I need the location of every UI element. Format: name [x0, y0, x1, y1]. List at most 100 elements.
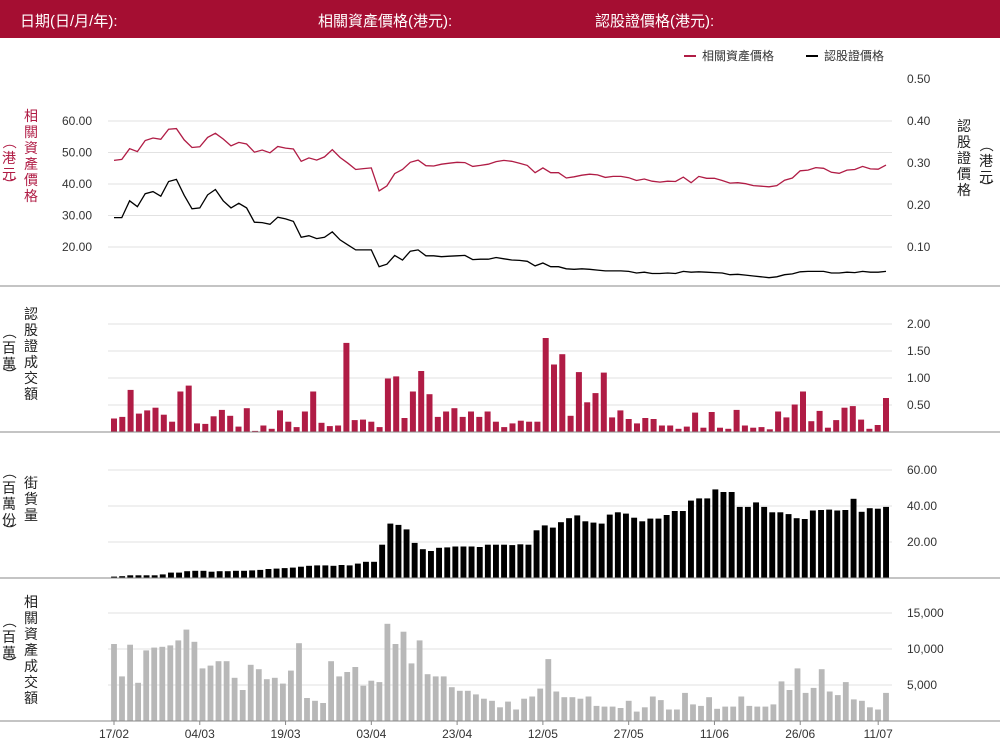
- outstanding-bar: [241, 570, 247, 578]
- warrant-turnover-bar: [285, 421, 292, 432]
- outstanding-bar: [322, 565, 329, 578]
- warrant-turnover-bar: [476, 416, 483, 432]
- axis-label-char: 認: [24, 306, 38, 322]
- outstanding-bar: [419, 549, 426, 578]
- outstanding-bar: [753, 502, 759, 578]
- warrant-turnover-bar: [567, 415, 574, 432]
- axis-label-char: 證: [957, 150, 971, 166]
- underlying-turnover-tick-label: 10,000: [907, 642, 944, 656]
- outstanding-bar: [298, 566, 304, 578]
- left-tick-label: 50.00: [62, 146, 92, 160]
- outstanding-bar: [809, 510, 816, 578]
- outstanding-bar: [582, 521, 589, 578]
- underlying-turnover-bar: [271, 677, 278, 721]
- warrant-turnover-bar: [658, 425, 665, 432]
- warrant-turnover-bar: [343, 342, 350, 432]
- underlying-turnover-bar: [754, 706, 761, 721]
- outstanding-bar: [614, 512, 621, 578]
- warrant-turnover-tick-label: 0.50: [907, 398, 931, 412]
- underlying-turnover-bar: [127, 644, 133, 721]
- underlying-turnover-bar: [408, 663, 415, 721]
- warrant-turnover-bar: [717, 427, 723, 432]
- x-tick-label: 04/03: [185, 727, 215, 741]
- axis-label-char: 關: [24, 610, 38, 626]
- warrant-turnover-bar: [534, 421, 541, 432]
- outstanding-bar: [444, 547, 451, 578]
- outstanding-bar: [761, 506, 768, 578]
- warrant-turnover-bar: [401, 418, 408, 432]
- outstanding-bar: [249, 570, 256, 578]
- outstanding-tick-label: 40.00: [907, 499, 937, 513]
- warrant-turnover-bar: [634, 423, 640, 432]
- axis-label-char: 相: [24, 108, 38, 124]
- right-tick-label: 0.40: [907, 114, 931, 128]
- axis-label-char: ）: [1, 367, 17, 381]
- warrant-turnover-bar: [443, 411, 450, 432]
- warrant-turnover-bar: [310, 391, 317, 432]
- axis-label-char: 資: [24, 626, 38, 642]
- outstanding-panel: 20.00 40.00 60.00 街貨量 （百萬份）: [0, 463, 1000, 579]
- warrant-turnover-bar: [816, 410, 823, 432]
- outstanding-bar: [273, 568, 280, 578]
- underlying-turnover-bar: [553, 691, 560, 721]
- underlying-turnover-bar: [328, 661, 334, 721]
- outstanding-bar: [663, 515, 670, 578]
- outstanding-bar: [314, 565, 321, 578]
- left-axis-unit: （港元）: [1, 135, 17, 191]
- underlying-turnover-bar: [135, 682, 141, 721]
- warrant-turnover-bar: [426, 394, 433, 432]
- underlying-turnover-bar: [255, 669, 262, 721]
- warrant-turnover-bar: [368, 421, 375, 432]
- warrant-turnover-bar: [501, 427, 508, 432]
- axis-label-char: 資: [24, 140, 38, 156]
- underlying-turnover-axis-unit: （百萬）: [1, 614, 17, 670]
- outstanding-bar: [192, 570, 199, 578]
- warrant-turnover-bar: [758, 427, 765, 432]
- outstanding-bar: [696, 498, 703, 578]
- underlying-turnover-bar: [384, 623, 391, 721]
- underlying-turnover-bar: [714, 708, 720, 721]
- underlying-turnover-bar: [352, 667, 359, 721]
- x-tick-label: 11/07: [864, 727, 893, 741]
- axis-label-char: 量: [24, 507, 38, 523]
- warrant-turnover-bar: [592, 393, 599, 432]
- outstanding-bar: [306, 565, 312, 578]
- outstanding-bar: [801, 519, 808, 578]
- axis-label-char: 認: [957, 118, 971, 134]
- outstanding-bar: [558, 522, 564, 578]
- warrant-turnover-bar: [741, 425, 748, 432]
- outstanding-bar: [411, 542, 418, 578]
- underlying-turnover-bar: [529, 696, 536, 721]
- underlying-turnover-bar: [440, 676, 447, 721]
- axis-label-char: 格: [24, 188, 38, 204]
- warrant-turnover-bar: [326, 426, 333, 432]
- axis-label-char: 證: [24, 338, 38, 354]
- outstanding-bar: [281, 568, 288, 578]
- left-axis-label: 相關資產價格: [24, 108, 38, 204]
- outstanding-bar: [720, 492, 727, 578]
- underlying-turnover-bar: [481, 698, 487, 721]
- outstanding-bar: [493, 544, 499, 578]
- outstanding-bar: [549, 527, 556, 578]
- warrant-turnover-bar: [111, 418, 117, 432]
- axis-label-char: （: [978, 138, 994, 152]
- outstanding-bar: [574, 515, 581, 578]
- warrant-turnover-bar: [600, 372, 607, 432]
- warrant-turnover-bar: [642, 418, 649, 432]
- underlying-turnover-bar: [633, 711, 640, 721]
- warrant-turnover-bar: [683, 426, 690, 432]
- warrant-turnover-bar: [692, 412, 699, 432]
- outstanding-bar: [834, 510, 841, 578]
- warrant-turnover-bar: [791, 404, 798, 432]
- warrant-turnover-bar: [609, 417, 616, 432]
- outstanding-axis-unit: （百萬份）: [1, 465, 17, 537]
- outstanding-bar: [541, 525, 548, 578]
- warrant-turnover-bar: [509, 423, 516, 432]
- warrant-turnover-bar: [260, 425, 267, 432]
- underlying-turnover-bar: [883, 692, 889, 721]
- underlying-turnover-bar: [151, 647, 158, 721]
- outstanding-bar: [777, 512, 784, 578]
- underlying-turnover-bar: [706, 697, 712, 721]
- underlying-turnover-bar: [432, 676, 439, 721]
- warrant-turnover-bar: [360, 419, 366, 432]
